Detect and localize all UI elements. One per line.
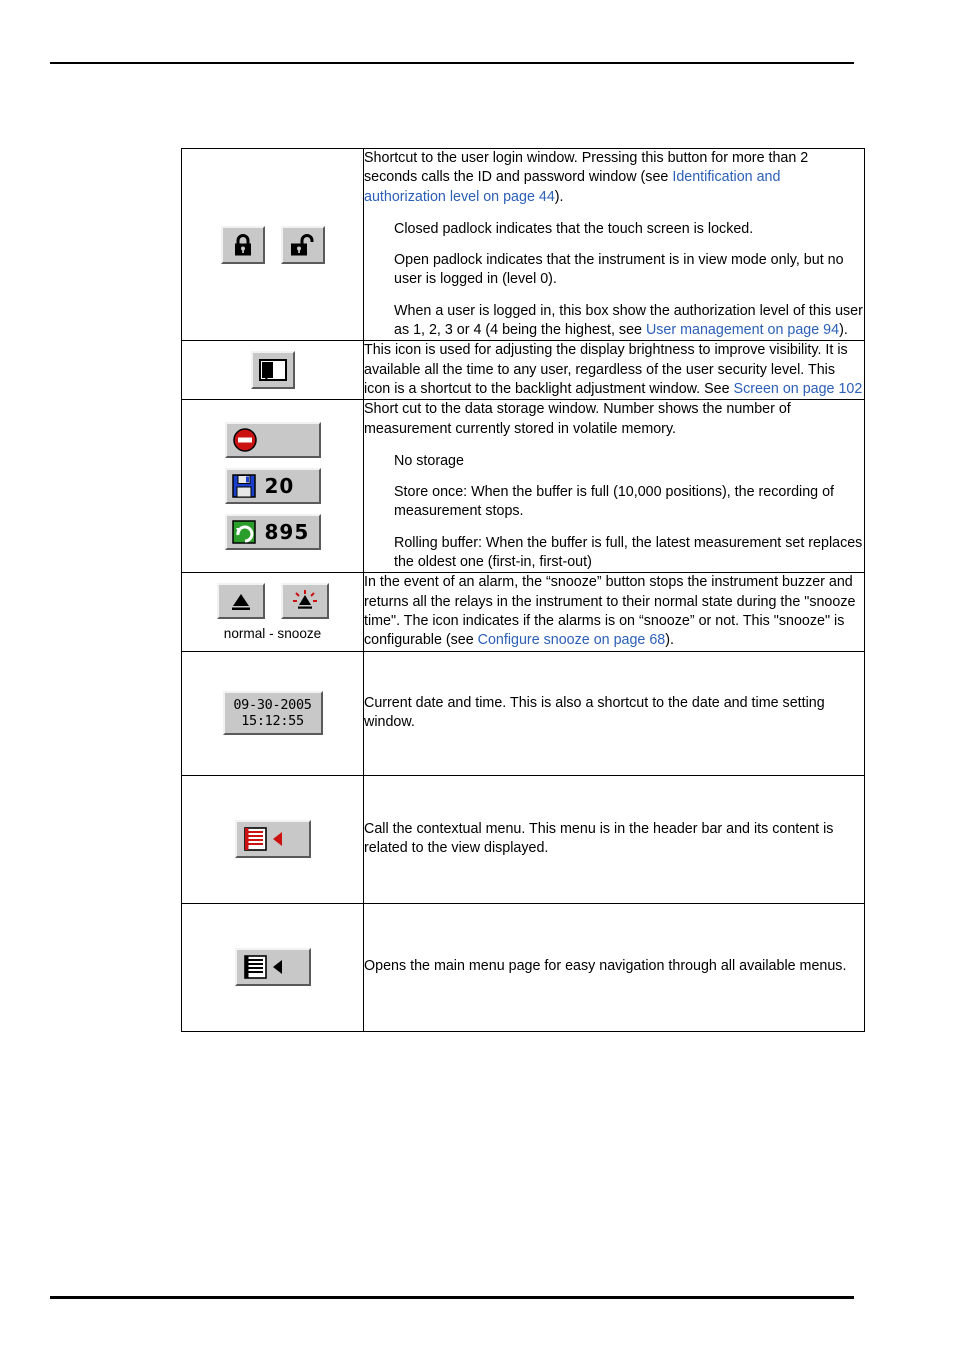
- storage-icons: 20 895: [182, 422, 363, 551]
- desc-cell-storage: Short cut to the data storage window. Nu…: [363, 399, 865, 574]
- alarm-snooze-icon: [280, 582, 329, 619]
- paragraph: Current date and time. This is also a sh…: [364, 694, 864, 733]
- brightness-icon: [250, 351, 295, 390]
- text-segment: Call the contextual menu. This menu is i…: [364, 820, 834, 857]
- padlock-icons: [182, 225, 363, 264]
- icon-cell-brightness: [181, 340, 364, 401]
- closed-padlock-icon: [220, 225, 265, 264]
- no-storage-icon: [224, 422, 321, 459]
- main-menu-icon: [234, 948, 311, 987]
- date-time-icon: 09-30-2005 15:12:55: [222, 691, 323, 736]
- main-menu-icon-wrap: [182, 948, 363, 987]
- icon-cell-contextual-menu: [181, 774, 364, 904]
- text-segment: Closed padlock indicates that the touch …: [394, 220, 754, 237]
- table-row: Call the contextual menu. This menu is i…: [181, 774, 865, 904]
- paragraph: Store once: When the buffer is full (10,…: [394, 483, 864, 522]
- paragraph: In the event of an alarm, the “snooze” b…: [364, 573, 864, 650]
- desc-cell-contextual-menu: Call the contextual menu. This menu is i…: [363, 774, 865, 904]
- text-segment: Short cut to the data storage window. Nu…: [364, 401, 791, 437]
- time-text: 15:12:55: [241, 713, 304, 730]
- desc-cell-snooze: In the event of an alarm, the “snooze” b…: [363, 572, 865, 652]
- icon-description-table: Shortcut to the user login window. Press…: [181, 147, 865, 1032]
- text-segment: ).: [665, 632, 674, 649]
- table-row: Opens the main menu page for easy naviga…: [181, 902, 865, 1032]
- text-segment: ).: [554, 188, 564, 205]
- table-row: 09-30-2005 15:12:55 Current date and tim…: [181, 650, 865, 776]
- link-screen-page[interactable]: Screen on page 102: [734, 381, 863, 397]
- icon-cell-datetime: 09-30-2005 15:12:55: [181, 650, 364, 776]
- brightness-icon-wrap: [182, 351, 363, 390]
- alarm-normal-icon: [216, 582, 265, 619]
- contextual-menu-icon-wrap: [182, 820, 363, 859]
- desc-cell-main-menu: Opens the main menu page for easy naviga…: [363, 902, 865, 1032]
- icon-cell-main-menu: [181, 902, 364, 1032]
- text-segment: Open padlock indicates that the instrume…: [394, 252, 844, 288]
- table-row: Shortcut to the user login window. Press…: [181, 147, 865, 342]
- icon-cell-padlocks: [181, 147, 364, 342]
- desc-cell-datetime: Current date and time. This is also a sh…: [363, 650, 865, 776]
- paragraph: This icon is used for adjusting the disp…: [364, 341, 864, 399]
- paragraph: Short cut to the data storage window. Nu…: [364, 400, 864, 439]
- table-row: This icon is used for adjusting the disp…: [181, 340, 865, 401]
- text-segment: Rolling buffer: When the buffer is full,…: [394, 534, 863, 571]
- store-once-icon: 20: [224, 468, 321, 505]
- alarm-snooze-icons: [182, 582, 363, 619]
- text-segment: Current date and time. This is also a sh…: [364, 694, 825, 731]
- paragraph: Shortcut to the user login window. Press…: [364, 149, 864, 207]
- paragraph: No storage: [394, 452, 864, 471]
- footer-rule: [50, 1296, 854, 1299]
- rolling-buffer-icon: 895: [224, 514, 321, 551]
- text-segment: No storage: [394, 452, 464, 469]
- document-page: Shortcut to the user login window. Press…: [0, 0, 954, 1350]
- text-segment: ).: [839, 322, 848, 339]
- table-row: normal - snooze In the event of an alarm…: [181, 572, 865, 652]
- date-text: 09-30-2005: [233, 697, 312, 714]
- header-rule: [50, 62, 854, 64]
- text-segment: Store once: When the buffer is full (10,…: [394, 484, 835, 520]
- paragraph: Call the contextual menu. This menu is i…: [364, 820, 864, 859]
- open-padlock-icon: [280, 225, 325, 264]
- desc-cell-brightness: This icon is used for adjusting the disp…: [363, 340, 865, 401]
- paragraph: Opens the main menu page for easy naviga…: [364, 957, 864, 976]
- rolling-buffer-count: 895: [264, 520, 310, 545]
- icon-cell-storage: 20 895: [181, 399, 364, 574]
- link-configure-snooze[interactable]: Configure snooze on page 68: [478, 632, 666, 648]
- link-user-management[interactable]: User management on page 94: [646, 322, 839, 338]
- date-time-icon-wrap: 09-30-2005 15:12:55: [182, 691, 363, 736]
- paragraph: When a user is logged in, this box show …: [394, 302, 864, 341]
- snooze-caption: normal - snooze: [223, 625, 322, 641]
- icon-cell-snooze: normal - snooze: [181, 572, 364, 652]
- paragraph: Rolling buffer: When the buffer is full,…: [394, 534, 864, 573]
- text-segment: Opens the main menu page for easy naviga…: [364, 958, 847, 975]
- desc-cell-login: Shortcut to the user login window. Press…: [363, 147, 865, 342]
- table-row: 20 895 Short cut to the data storage win…: [181, 399, 865, 574]
- paragraph: Open padlock indicates that the instrume…: [394, 251, 864, 290]
- paragraph: Closed padlock indicates that the touch …: [394, 220, 864, 239]
- store-once-count: 20: [264, 474, 295, 499]
- contextual-menu-icon: [234, 820, 311, 859]
